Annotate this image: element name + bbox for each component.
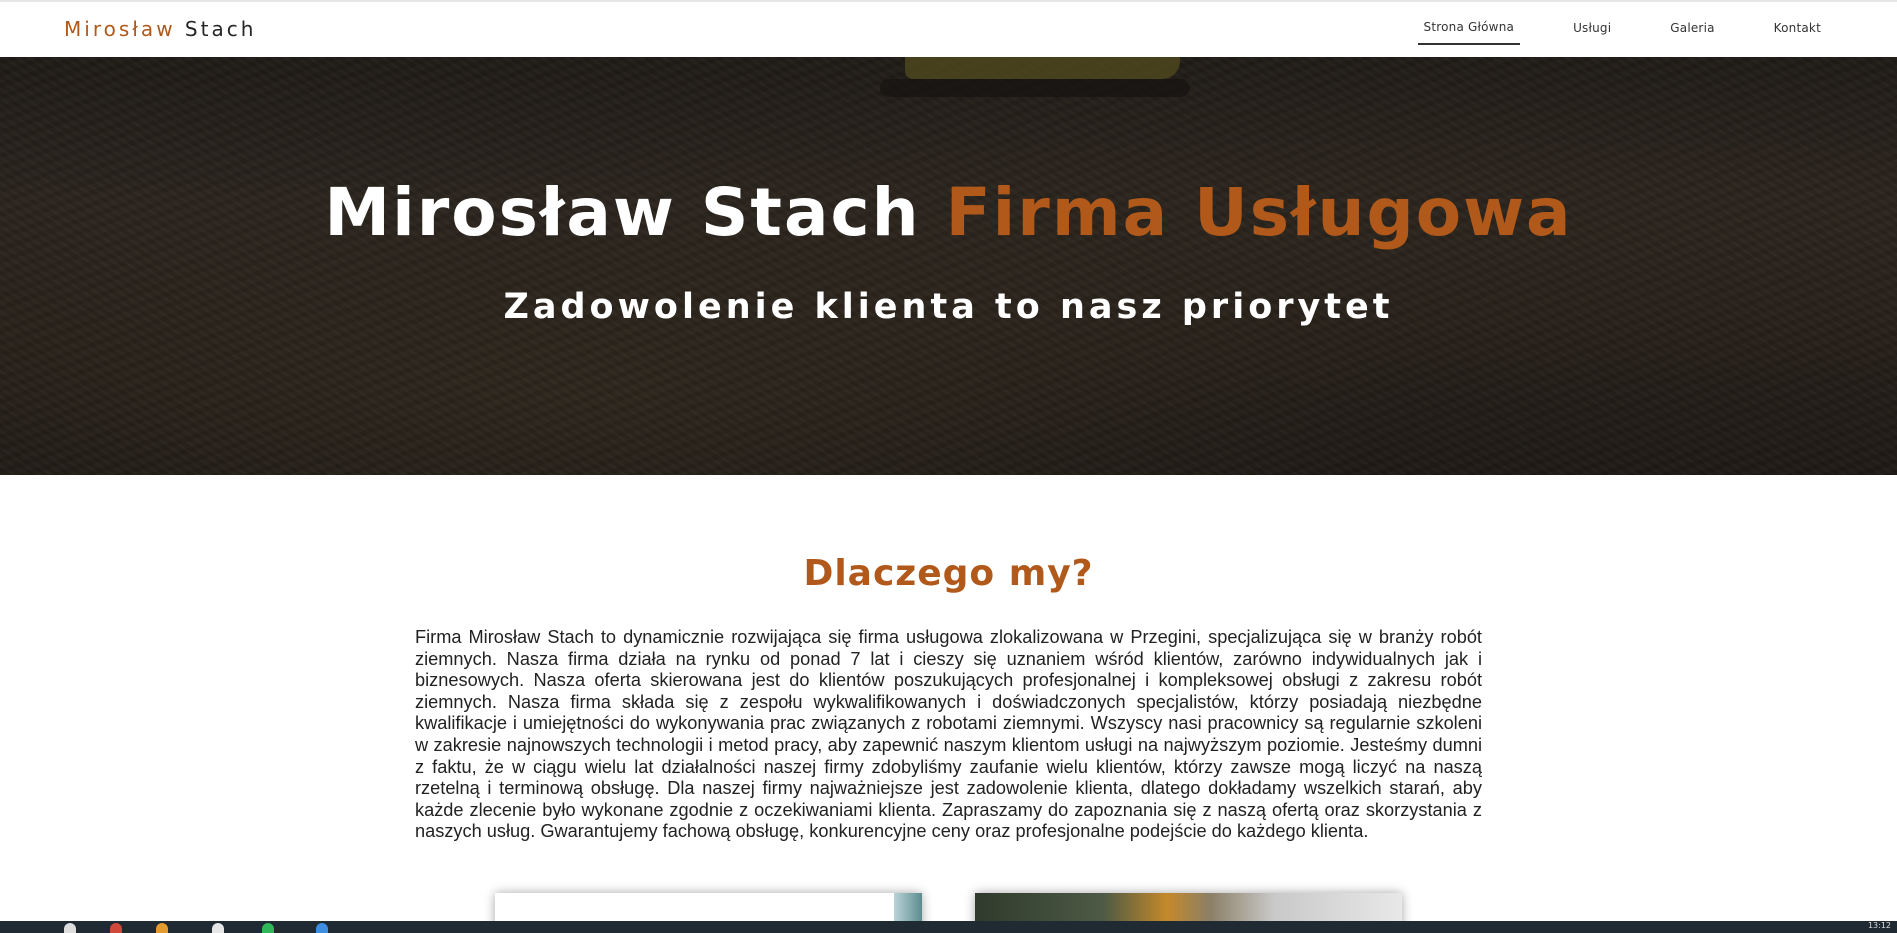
app-icon[interactable]: [212, 923, 224, 933]
hero-title-accent: Firma Usługowa: [945, 174, 1573, 251]
hero-title: Mirosław Stach Firma Usługowa: [0, 174, 1897, 251]
brand-last-name: Stach: [184, 17, 257, 41]
nav-item-services[interactable]: Usługi: [1567, 15, 1617, 44]
hero-title-main: Mirosław Stach: [324, 174, 921, 251]
nav-item-gallery[interactable]: Galeria: [1664, 15, 1720, 44]
about-paragraph: Firma Mirosław Stach to dynamicznie rozw…: [415, 627, 1482, 842]
hero-banner: Mirosław Stach Firma Usługowa Zadowoleni…: [0, 57, 1897, 475]
hero-overlay: [0, 57, 1897, 475]
app-icon[interactable]: [262, 923, 274, 933]
search-icon[interactable]: [64, 923, 76, 933]
main-nav: Strona Główna Usługi Galeria Kontakt: [1371, 2, 1827, 57]
hero-subtitle: Zadowolenie klienta to nasz priorytet: [503, 287, 1394, 327]
taskbar-clock: 13:12: [1867, 921, 1891, 930]
brand-first-name: Mirosław: [64, 17, 176, 41]
os-taskbar: 13:12: [0, 921, 1897, 933]
folder-icon[interactable]: [156, 923, 168, 933]
site-header: Mirosław Stach Strona Główna Usługi Gale…: [0, 0, 1897, 57]
section-title-why-us: Dlaczego my?: [803, 553, 1094, 594]
nav-item-home[interactable]: Strona Główna: [1417, 14, 1521, 45]
app-icon[interactable]: [110, 923, 122, 933]
brand-logo[interactable]: Mirosław Stach: [64, 17, 256, 41]
nav-item-contact[interactable]: Kontakt: [1768, 15, 1827, 44]
app-icon[interactable]: [316, 923, 328, 933]
